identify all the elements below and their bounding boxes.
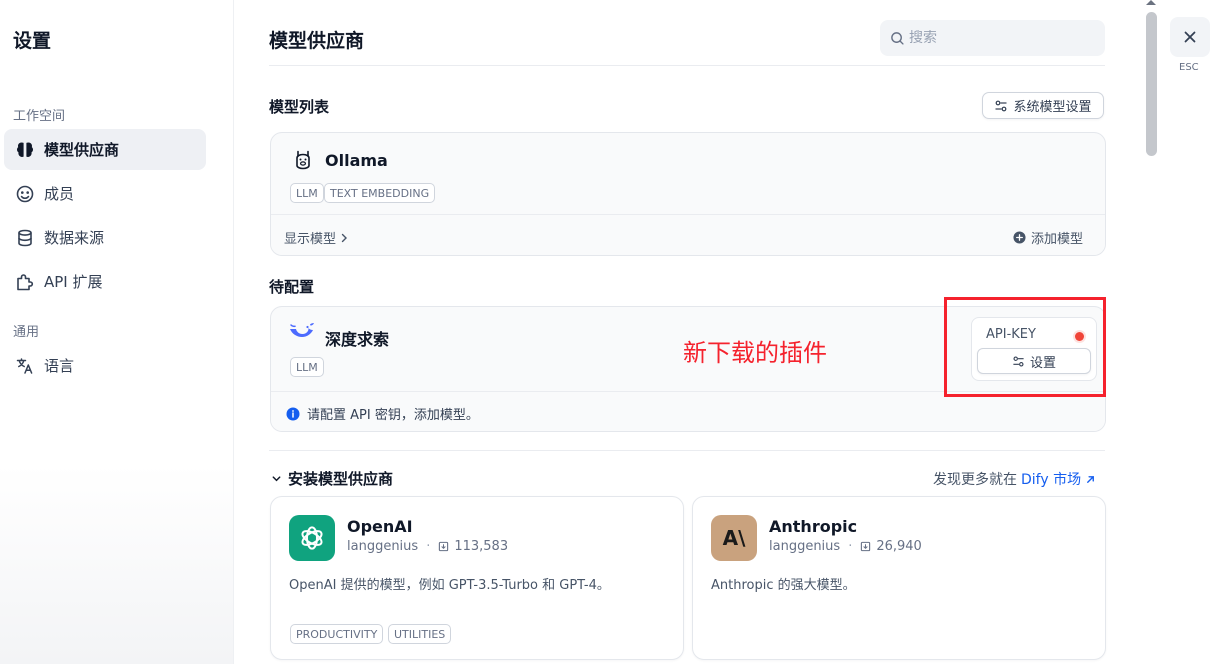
scrollbar-thumb[interactable] [1146, 12, 1157, 156]
plus-circle-icon [1013, 231, 1026, 244]
add-model-button[interactable]: 添加模型 [1013, 228, 1083, 247]
general-section-label: 通用 [13, 325, 40, 340]
settings-window: 设置 工作空间 模型供应商 成员 数据来源 API 扩展 通用 语言 模型供应商… [0, 0, 1222, 664]
author-name: langgenius [347, 539, 419, 554]
scroll-up-arrow[interactable] [1146, 0, 1156, 5]
marketplace-card-name: Anthropic [769, 517, 858, 536]
search-icon [890, 31, 905, 46]
marketplace-link-text: Dify 市场 [1021, 472, 1082, 488]
provider-card-ollama: Ollama LLM TEXT EMBEDDING 显示模型 添加模型 [270, 132, 1106, 256]
sidebar-item-label: 模型供应商 [44, 141, 120, 159]
sidebar-item-api-extension[interactable]: API 扩展 [4, 261, 206, 302]
download-count: 113,583 [454, 539, 509, 554]
esc-label: ESC [1179, 62, 1199, 73]
members-icon [14, 183, 36, 205]
search-box[interactable] [880, 20, 1105, 56]
llama-icon [291, 148, 315, 176]
chevron-down-icon [271, 473, 282, 484]
meta-separator: · [426, 539, 431, 554]
close-icon [1183, 30, 1197, 44]
marketplace-tag: UTILITIES [388, 624, 452, 644]
provider-name: 深度求索 [325, 330, 390, 349]
config-notice: 请配置 API 密钥，添加模型。 [286, 404, 479, 423]
sidebar-item-label: API 扩展 [44, 273, 103, 291]
download-count: 26,940 [876, 539, 922, 554]
model-list-title: 模型列表 [269, 98, 330, 116]
sliders-icon [995, 100, 1007, 111]
config-notice-text: 请配置 API 密钥，添加模型。 [307, 408, 479, 423]
main-content: 模型供应商 模型列表 系统模型设置 Ollama LLM TEXT EMBEDD… [234, 0, 1140, 664]
sidebar-item-data-source[interactable]: 数据来源 [4, 217, 206, 258]
arrow-up-right-icon [1085, 474, 1096, 485]
provider-tag: TEXT EMBEDDING [324, 183, 436, 203]
puzzle-icon [14, 271, 36, 293]
marketplace-card-openai[interactable]: OpenAI langgenius · 113,583 OpenAI 提供的模型… [270, 496, 684, 660]
divider [269, 65, 1105, 66]
pending-config-title: 待配置 [269, 278, 315, 296]
sidebar-item-members[interactable]: 成员 [4, 173, 206, 214]
deepseek-whale-icon [288, 320, 316, 346]
workspace-section-label: 工作空间 [13, 109, 66, 124]
translate-icon [14, 355, 36, 377]
provider-tag: LLM [290, 357, 324, 377]
sidebar-item-label: 语言 [44, 357, 75, 375]
page-title: 模型供应商 [269, 30, 365, 52]
marketplace-card-description: Anthropic 的强大模型。 [711, 578, 856, 593]
sidebar-item-language[interactable]: 语言 [4, 345, 206, 386]
show-models-label: 显示模型 [284, 232, 337, 247]
system-model-settings-button[interactable]: 系统模型设置 [982, 92, 1104, 119]
divider [269, 450, 1105, 451]
info-icon [286, 407, 300, 421]
author-name: langgenius [769, 539, 841, 554]
provider-name: Ollama [325, 151, 388, 170]
install-provider-toggle[interactable]: 安装模型供应商 [271, 468, 393, 489]
marketplace-card-anthropic[interactable]: A\ Anthropic langgenius · 26,940 Anthrop… [692, 496, 1106, 660]
marketplace-card-name: OpenAI [347, 517, 413, 536]
download-icon [438, 541, 449, 552]
marketplace-card-meta: langgenius · 113,583 [347, 539, 508, 554]
marketplace-card-description: OpenAI 提供的模型，例如 GPT-3.5-Turbo 和 GPT-4。 [289, 578, 610, 593]
chevron-right-icon [339, 233, 349, 243]
system-model-settings-label: 系统模型设置 [1013, 100, 1092, 115]
add-model-label: 添加模型 [1031, 232, 1084, 247]
anthropic-logo-text: A\ [722, 526, 746, 550]
anthropic-icon: A\ [711, 515, 757, 561]
search-input[interactable] [909, 30, 1089, 46]
sidebar-item-label: 成员 [44, 185, 75, 203]
sidebar-item-model-provider[interactable]: 模型供应商 [4, 129, 206, 170]
marketplace-card-meta: langgenius · 26,940 [769, 539, 922, 554]
marketplace-link[interactable]: 发现更多就在 Dify 市场 [933, 469, 1096, 489]
sidebar-title: 设置 [13, 30, 52, 52]
sidebar-item-label: 数据来源 [44, 229, 105, 247]
annotation-box [944, 297, 1106, 397]
download-icon [860, 541, 871, 552]
openai-icon [289, 515, 335, 561]
database-icon [14, 227, 36, 249]
marketplace-prefix: 发现更多就在 [933, 472, 1017, 488]
provider-card-footer: 请配置 API 密钥，添加模型。 [271, 391, 1105, 431]
annotation-text: 新下载的插件 [683, 339, 827, 367]
provider-card-footer: 显示模型 添加模型 [271, 214, 1105, 255]
brain-icon [14, 139, 36, 161]
marketplace-tag: PRODUCTIVITY [290, 624, 384, 644]
provider-tag: LLM [290, 183, 324, 203]
sidebar: 设置 工作空间 模型供应商 成员 数据来源 API 扩展 通用 语言 [0, 0, 234, 664]
show-models-button[interactable]: 显示模型 [284, 228, 349, 247]
install-provider-title: 安装模型供应商 [288, 470, 394, 488]
meta-separator: · [848, 539, 853, 554]
close-button[interactable] [1170, 17, 1210, 57]
